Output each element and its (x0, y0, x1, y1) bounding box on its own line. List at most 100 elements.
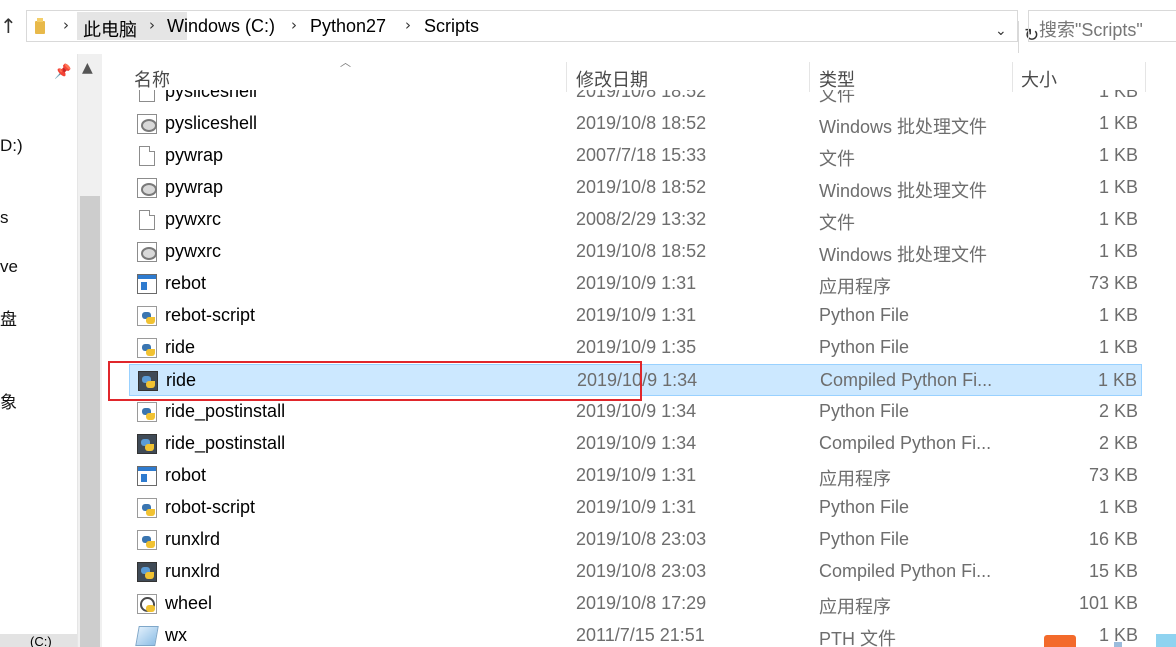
sort-caret-icon: ︿ (340, 56, 351, 69)
file-row[interactable]: ride 2019/10/9 1:35 Python File 1 KB (129, 332, 1142, 364)
file-date: 2008/2/29 13:32 (576, 209, 707, 229)
up-arrow-icon[interactable]: ↑ (0, 14, 17, 38)
pyc-file-icon (137, 562, 157, 582)
file-row[interactable]: runxlrd 2019/10/8 23:03 Python File 16 KB (129, 524, 1142, 556)
py-file-icon (137, 402, 157, 422)
scroll-up-icon[interactable]: ▲ (82, 60, 93, 76)
file-type: Compiled Python Fi... (820, 370, 993, 390)
chevron-right-icon[interactable]: › (63, 16, 69, 34)
file-row[interactable]: robot 2019/10/9 1:31 应用程序 73 KB (129, 460, 1142, 492)
nav-item[interactable]: s (0, 208, 9, 228)
py-file-icon (137, 530, 157, 550)
file-type: 文件 (819, 149, 855, 169)
chevron-right-icon[interactable]: › (291, 16, 297, 34)
file-size: 1 KB (1098, 177, 1138, 197)
file-row[interactable]: pywxrc 2008/2/29 13:32 文件 1 KB (129, 204, 1142, 236)
nav-item[interactable]: D:) (0, 136, 23, 156)
file-row[interactable]: ride_postinstall 2019/10/9 1:34 Compiled P… (129, 428, 1142, 460)
navigation-pane: 📌 D:) s ve 盘 象 (C:) ▲ (0, 54, 102, 647)
file-size: 15 KB (1088, 561, 1138, 581)
blank-file-icon (139, 210, 155, 230)
file-type: Compiled Python Fi... (819, 561, 992, 581)
file-size: 2 KB (1098, 433, 1138, 453)
nav-scrollbar-thumb[interactable] (80, 196, 100, 647)
file-type: 应用程序 (819, 597, 891, 617)
column-size[interactable]: 大小 (1021, 66, 1057, 92)
column-date[interactable]: 修改日期 (576, 66, 648, 92)
pin-icon[interactable]: 📌 (54, 64, 71, 80)
file-date: 2007/7/18 15:33 (576, 145, 707, 165)
file-row[interactable]: pywrap 2007/7/18 15:33 文件 1 KB (129, 140, 1142, 172)
bat-file-icon (137, 242, 157, 262)
file-row[interactable]: runxlrd 2019/10/8 23:03 Compiled Python Fi… (129, 556, 1142, 588)
file-date: 2019/10/9 1:34 (576, 433, 697, 453)
wheel-file-icon (137, 594, 157, 614)
file-row[interactable]: pysliceshell 2019/10/8 18:52 Windows 批处理文件… (129, 108, 1142, 140)
file-date: 2019/10/9 1:35 (576, 337, 697, 357)
file-row[interactable]: pysliceshell 2019/10/8 18:52 文件 1 KB (129, 90, 1142, 108)
file-list: pysliceshell 2019/10/8 18:52 文件 1 KB pyslice… (102, 90, 1176, 647)
search-input[interactable]: 搜索"Scripts" (1028, 10, 1176, 42)
file-name: ride_postinstall (165, 433, 286, 453)
column-divider[interactable] (809, 62, 810, 92)
chevron-right-icon[interactable]: › (405, 16, 411, 34)
file-name: wheel (165, 593, 213, 613)
file-name: pywrap (165, 177, 224, 197)
file-row[interactable]: pywrap 2019/10/8 18:52 Windows 批处理文件 1 KB (129, 172, 1142, 204)
pyc-file-icon (137, 434, 157, 454)
file-row[interactable]: rebot-script 2019/10/9 1:31 Python File 1 K… (129, 300, 1142, 332)
breadcrumb-this-pc[interactable]: 此电脑 (83, 16, 137, 42)
file-name: pywxrc (165, 241, 222, 261)
file-size: 1 KB (1097, 370, 1137, 390)
file-name: ride (166, 370, 197, 390)
file-date: 2019/10/8 18:52 (576, 113, 707, 133)
file-type: 应用程序 (819, 277, 891, 297)
file-date: 2019/10/8 17:29 (576, 593, 707, 613)
file-date: 2019/10/8 23:03 (576, 529, 707, 549)
file-name: pysliceshell (165, 90, 258, 101)
file-row[interactable]: wx 2011/7/15 21:51 PTH 文件 1 KB (129, 620, 1142, 647)
file-row-selected[interactable]: ride 2019/10/9 1:34 Compiled Python Fi... 1… (129, 364, 1142, 396)
file-size: 2 KB (1098, 401, 1138, 421)
file-size: 16 KB (1088, 529, 1138, 549)
file-date: 2019/10/9 1:31 (576, 305, 697, 325)
file-row[interactable]: pywxrc 2019/10/8 18:52 Windows 批处理文件 1 KB (129, 236, 1142, 268)
file-type: Python File (819, 401, 910, 421)
file-date: 2019/10/8 18:52 (576, 177, 707, 197)
address-row: ↑ › 此电脑 › Windows (C:) › Python27 › Scri… (0, 0, 1176, 54)
blank-file-icon (139, 146, 155, 166)
address-bar[interactable]: › 此电脑 › Windows (C:) › Python27 › Script… (26, 10, 1039, 53)
chevron-down-icon[interactable]: ⌄ (995, 23, 1007, 39)
file-row[interactable]: ride_postinstall 2019/10/9 1:34 Python Fil… (129, 396, 1142, 428)
nav-item[interactable]: ve (0, 257, 18, 277)
file-date: 2019/10/9 1:31 (576, 465, 697, 485)
py-file-icon (137, 498, 157, 518)
nav-item[interactable]: 象 (0, 388, 17, 413)
file-name: robot (165, 465, 207, 485)
column-divider[interactable] (1145, 62, 1146, 92)
breadcrumb-python27[interactable]: Python27 (310, 16, 386, 37)
file-size: 1 KB (1098, 113, 1138, 133)
folder-icon (35, 18, 51, 34)
breadcrumb-scripts[interactable]: Scripts (424, 16, 479, 37)
column-name[interactable]: 名称 (134, 66, 170, 92)
breadcrumb-windows-c[interactable]: Windows (C:) (167, 16, 275, 37)
chevron-right-icon[interactable]: › (149, 16, 155, 34)
column-type[interactable]: 类型 (819, 66, 855, 92)
file-row[interactable]: wheel 2019/10/8 17:29 应用程序 101 KB (129, 588, 1142, 620)
column-divider[interactable] (566, 62, 567, 92)
nav-item[interactable]: 盘 (0, 305, 17, 330)
file-type: 文件 (819, 90, 855, 105)
file-size: 73 KB (1088, 465, 1138, 485)
file-date: 2019/10/8 23:03 (576, 561, 707, 581)
nav-item-c-drive[interactable]: (C:) (0, 634, 77, 647)
file-date: 2019/10/8 18:52 (576, 90, 707, 101)
file-row[interactable]: rebot 2019/10/9 1:31 应用程序 73 KB (129, 268, 1142, 300)
column-divider[interactable] (1012, 62, 1013, 92)
file-date: 2011/7/15 21:51 (576, 625, 705, 645)
file-type: Python File (819, 305, 910, 325)
pyc-file-icon (138, 371, 158, 391)
file-row[interactable]: robot-script 2019/10/9 1:31 Python File 1 K… (129, 492, 1142, 524)
file-date: 2019/10/9 1:31 (576, 497, 697, 517)
file-name: rebot-script (165, 305, 256, 325)
